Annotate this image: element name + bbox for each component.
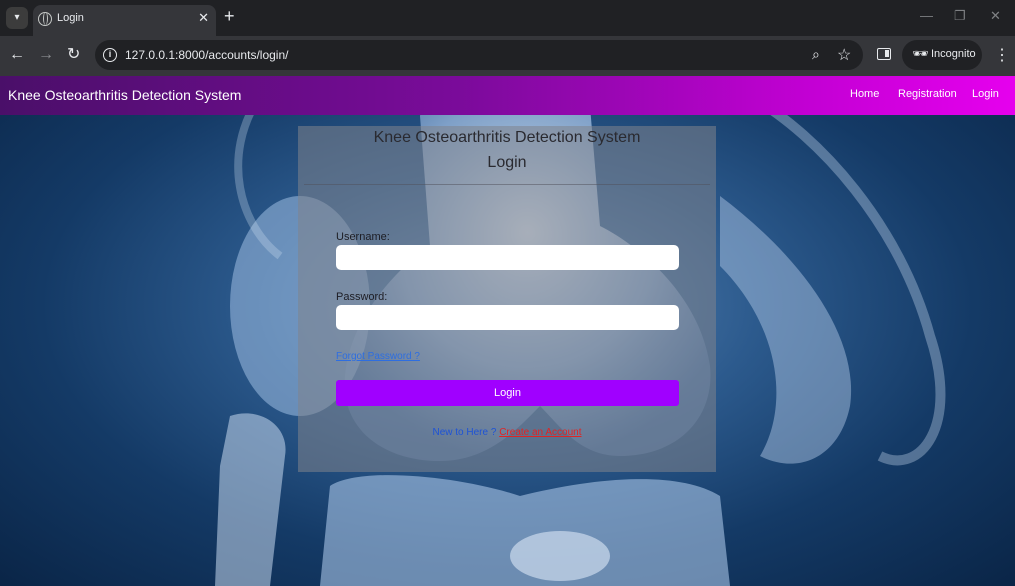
- nav-link-login[interactable]: Login: [972, 88, 999, 100]
- nav-link-home[interactable]: Home: [850, 88, 879, 100]
- side-panel-icon[interactable]: [877, 48, 891, 60]
- zoom-icon[interactable]: ⌕: [812, 46, 820, 63]
- tab-title: Login: [57, 12, 84, 24]
- back-arrow-icon[interactable]: ←: [9, 46, 25, 64]
- browser-toolbar: ← → ↻ i 127.0.0.1:8000/accounts/login/ ⌕…: [0, 36, 1015, 76]
- page-content: Knee Osteoarthritis Detection System Hom…: [0, 76, 1015, 586]
- login-form-card: Knee Osteoarthritis Detection System Log…: [298, 126, 716, 472]
- password-field[interactable]: [336, 305, 679, 330]
- incognito-label: Incognito: [931, 48, 976, 60]
- minimize-icon[interactable]: —: [920, 8, 933, 23]
- signup-prompt: New to Here ?: [432, 427, 497, 438]
- forward-arrow-icon[interactable]: →: [38, 46, 54, 64]
- address-bar[interactable]: i 127.0.0.1:8000/accounts/login/ ⌕ ☆: [95, 40, 863, 70]
- tab-login[interactable]: Login ✕: [33, 5, 216, 36]
- tab-strip: ▾ Login ✕ + — ❐ ✕: [0, 0, 1015, 36]
- url-text[interactable]: 127.0.0.1:8000/accounts/login/: [125, 48, 288, 62]
- bookmark-star-icon[interactable]: ☆: [837, 45, 851, 65]
- password-label: Password:: [336, 291, 388, 303]
- kebab-menu-icon[interactable]: ⋮: [994, 45, 1010, 65]
- restore-icon[interactable]: ❐: [954, 8, 966, 24]
- page-title: Login: [487, 154, 527, 171]
- top-navbar: Knee Osteoarthritis Detection System Hom…: [0, 76, 1015, 115]
- signup-line: New to Here ? Create an Account: [298, 427, 716, 438]
- brand-title[interactable]: Knee Osteoarthritis Detection System: [8, 87, 241, 103]
- login-button[interactable]: Login: [336, 380, 679, 406]
- reload-icon[interactable]: ↻: [67, 46, 80, 64]
- window-close-icon[interactable]: ✕: [990, 8, 1001, 24]
- globe-icon: [38, 12, 52, 26]
- close-icon[interactable]: ✕: [198, 10, 209, 26]
- create-account-link[interactable]: Create an Account: [499, 427, 581, 438]
- tab-search-icon[interactable]: ▾: [6, 7, 28, 29]
- forgot-password-link[interactable]: Forgot Password ?: [336, 351, 420, 362]
- incognito-chip[interactable]: 🕶 Incognito: [902, 40, 982, 70]
- site-info-icon[interactable]: i: [103, 48, 117, 62]
- plus-icon[interactable]: +: [224, 6, 235, 27]
- username-label: Username:: [336, 231, 390, 243]
- incognito-icon: 🕶: [912, 46, 929, 61]
- nav-link-registration[interactable]: Registration: [898, 88, 957, 100]
- system-title: Knee Osteoarthritis Detection System: [373, 129, 641, 146]
- username-field[interactable]: [336, 245, 679, 270]
- divider: [304, 184, 710, 185]
